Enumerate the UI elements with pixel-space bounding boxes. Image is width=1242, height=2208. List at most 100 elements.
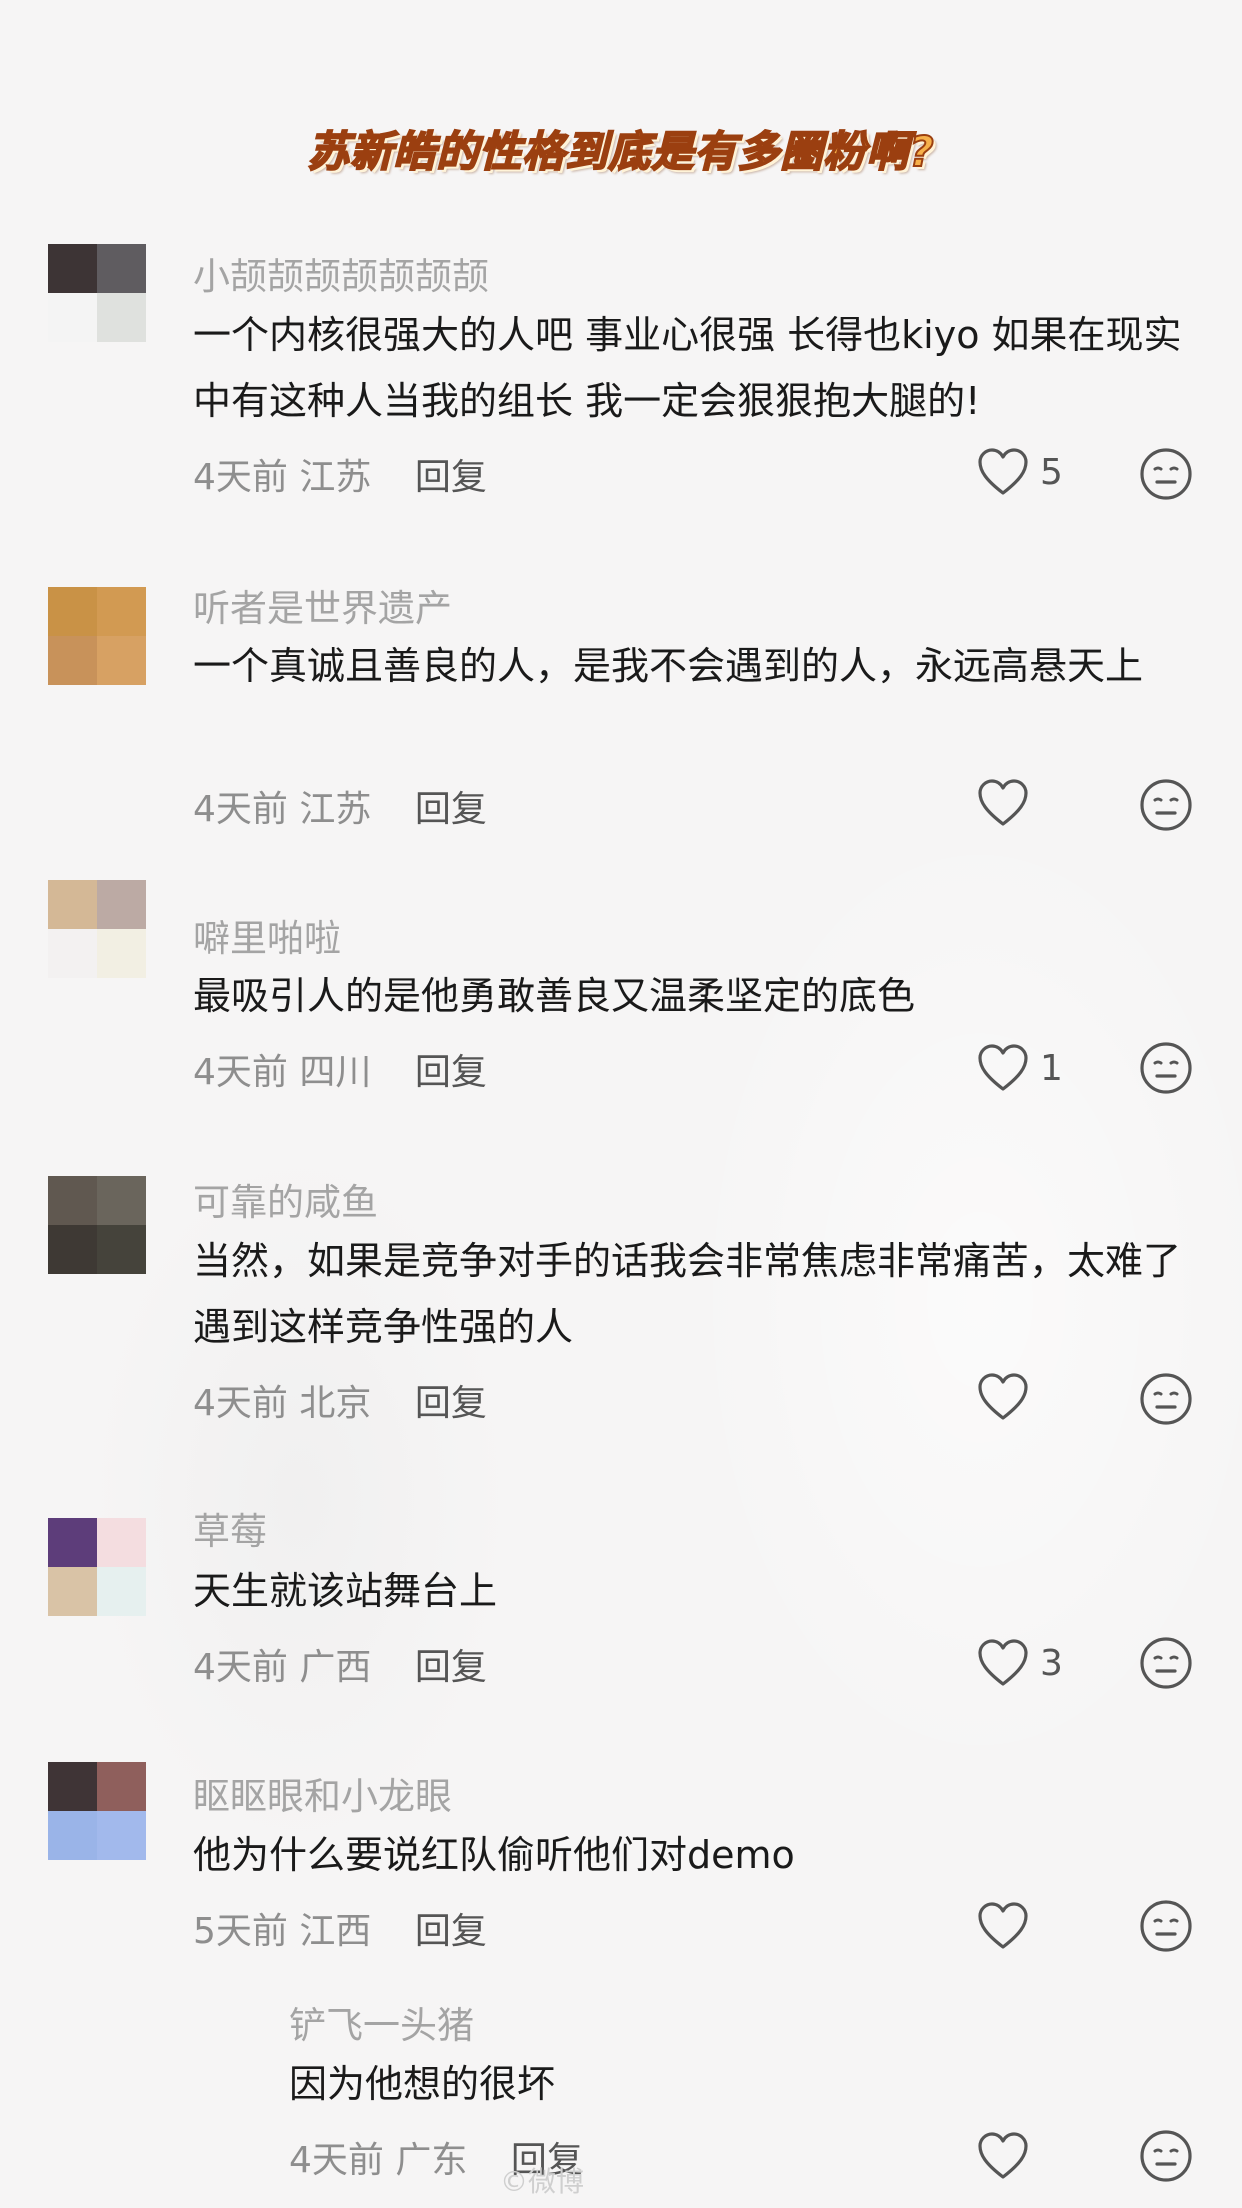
- reply-button[interactable]: 回复: [415, 1647, 487, 1688]
- comment-text: 一个内核很强大的人吧 事业心很强 长得也kiyo 如果在现实中有这种人当我的组长…: [193, 313, 1182, 423]
- comment-time: 4天前: [193, 789, 288, 830]
- comment-location: 广西: [299, 1647, 372, 1688]
- avatar-tile: [97, 1567, 146, 1616]
- dislike-button[interactable]: [1138, 1898, 1194, 1954]
- comment-username[interactable]: 草莓: [193, 1501, 267, 1555]
- neutral-face-icon: [1140, 448, 1192, 500]
- avatar[interactable]: [48, 1518, 146, 1616]
- comment-text: 一个真诚且善良的人，是我不会遇到的人，永远高悬天上: [193, 644, 1144, 688]
- avatar-tile: [48, 880, 97, 929]
- like-button[interactable]: [976, 1369, 1040, 1425]
- dislike-button[interactable]: [1138, 1635, 1194, 1691]
- comment-time: 4天前: [193, 1052, 288, 1093]
- neutral-face-icon: [1140, 1637, 1192, 1689]
- avatar-tile: [48, 1811, 97, 1860]
- watermark: ©微博: [500, 2165, 585, 2198]
- like-button[interactable]: 1: [976, 1040, 1063, 1096]
- like-button[interactable]: 5: [976, 444, 1063, 500]
- comment-time: 4天前: [193, 1383, 288, 1424]
- avatar-tile: [48, 244, 97, 293]
- avatar-tile: [97, 1518, 146, 1567]
- like-button[interactable]: 3: [976, 1635, 1063, 1691]
- comment-username[interactable]: 噼里啪啦: [193, 908, 341, 962]
- avatar-tile: [48, 1518, 97, 1567]
- neutral-face-icon: [1140, 1900, 1192, 1952]
- comment-time: 4天前: [193, 1647, 288, 1688]
- avatar-tile: [97, 1811, 146, 1860]
- comment-meta: 4天前 江苏 回复: [193, 780, 487, 832]
- heart-icon: [978, 448, 1028, 495]
- avatar-tile: [48, 293, 97, 342]
- page-title: 苏新皓的性格到底是有多圈粉啊?: [306, 126, 935, 177]
- like-button[interactable]: [976, 2128, 1040, 2184]
- avatar-tile: [97, 880, 146, 929]
- comment-location: 江西: [299, 1911, 372, 1952]
- comment-username[interactable]: 眍眍眼和小龙眼: [193, 1766, 452, 1820]
- comment-text: 当然，如果是竞争对手的话我会非常焦虑非常痛苦，太难了遇到这样竞争性强的人: [193, 1239, 1182, 1349]
- like-button[interactable]: [976, 1898, 1040, 1954]
- reply-username[interactable]: 铲飞一头猪: [289, 1995, 474, 2049]
- avatar-tile: [48, 1567, 97, 1616]
- avatar-tile: [48, 1176, 97, 1225]
- comment-username[interactable]: 小颉颉颉颉颉颉颉: [193, 246, 489, 300]
- comment-time: 4天前: [193, 457, 288, 498]
- avatar-tile: [97, 1762, 146, 1811]
- avatar-tile: [97, 1225, 146, 1274]
- comment-text: 最吸引人的是他勇敢善良又温柔坚定的底色: [193, 974, 916, 1018]
- comment-location: 江苏: [299, 457, 372, 498]
- reply-button[interactable]: 回复: [415, 1383, 487, 1424]
- avatar-tile: [97, 293, 146, 342]
- heart-icon: [978, 1639, 1028, 1686]
- avatar[interactable]: [48, 1176, 146, 1274]
- like-button[interactable]: [976, 775, 1040, 831]
- avatar-tile: [48, 1762, 97, 1811]
- avatar-tile: [48, 1225, 97, 1274]
- neutral-face-icon: [1140, 779, 1192, 831]
- avatar-tile: [97, 244, 146, 293]
- comment-username[interactable]: 听者是世界遗产: [193, 578, 452, 632]
- dislike-button[interactable]: [1138, 2128, 1194, 2184]
- comment-location: 四川: [299, 1052, 372, 1093]
- like-count: 5: [1040, 451, 1063, 493]
- comment-location: 江苏: [299, 789, 372, 830]
- comment-text: 他为什么要说红队偷听他们对demo: [193, 1833, 795, 1877]
- comment-meta: 4天前 北京 回复: [193, 1374, 487, 1426]
- heart-icon: [978, 1373, 1028, 1420]
- dislike-button[interactable]: [1138, 777, 1194, 833]
- like-count: 1: [1040, 1047, 1063, 1089]
- neutral-face-icon: [1140, 1373, 1192, 1425]
- reply-button[interactable]: 回复: [415, 1052, 487, 1093]
- comment-meta: 4天前 广西 回复: [193, 1638, 487, 1690]
- reply-text: 因为他想的很坏: [289, 2062, 556, 2106]
- comment-text: 天生就该站舞台上: [193, 1569, 498, 1613]
- avatar[interactable]: [48, 880, 146, 978]
- comment-meta: 4天前 江苏 回复: [193, 448, 487, 500]
- neutral-face-icon: [1140, 1042, 1192, 1094]
- comment-meta: 5天前 江西 回复: [193, 1902, 487, 1954]
- avatar-tile: [97, 929, 146, 978]
- avatar[interactable]: [48, 244, 146, 342]
- avatar-tile: [48, 929, 97, 978]
- dislike-button[interactable]: [1138, 446, 1194, 502]
- avatar-tile: [97, 587, 146, 636]
- reply-location: 广东: [395, 2140, 468, 2181]
- avatar-tile: [97, 1176, 146, 1225]
- reply-button[interactable]: 回复: [415, 457, 487, 498]
- avatar[interactable]: [48, 587, 146, 685]
- dislike-button[interactable]: [1138, 1040, 1194, 1096]
- comment-time: 5天前: [193, 1911, 288, 1952]
- avatar[interactable]: [48, 1762, 146, 1860]
- heart-icon: [978, 1044, 1028, 1091]
- comment-username[interactable]: 可靠的咸鱼: [193, 1172, 378, 1226]
- dislike-button[interactable]: [1138, 1371, 1194, 1427]
- heart-icon: [978, 2132, 1028, 2179]
- reply-time: 4天前: [289, 2140, 384, 2181]
- reply-button[interactable]: 回复: [415, 789, 487, 830]
- avatar-tile: [48, 636, 97, 685]
- like-count: 3: [1040, 1642, 1063, 1684]
- neutral-face-icon: [1140, 2130, 1192, 2182]
- heart-icon: [978, 1902, 1028, 1949]
- comment-meta: 4天前 四川 回复: [193, 1043, 487, 1095]
- heart-icon: [978, 779, 1028, 826]
- reply-button[interactable]: 回复: [415, 1911, 487, 1952]
